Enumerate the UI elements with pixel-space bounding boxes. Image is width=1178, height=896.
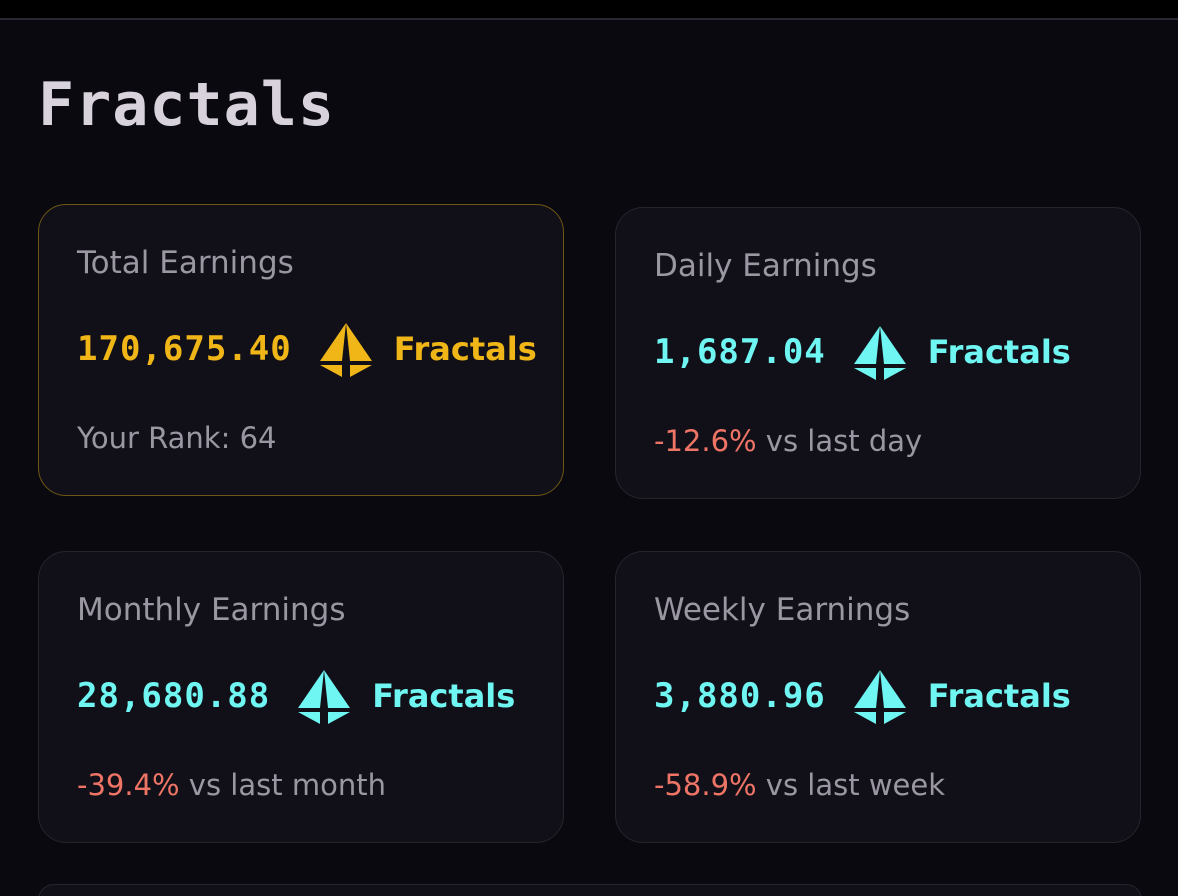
fractals-token-icon [316, 319, 376, 379]
card-label: Weekly Earnings [654, 592, 911, 628]
card-label: Daily Earnings [654, 248, 877, 284]
token-unit: Fractals [927, 333, 1071, 371]
total-earnings-card: Total Earnings 170,675.40 Fractals Your … [38, 204, 564, 496]
weekly-earnings-amount: 3,880.96 [654, 676, 826, 716]
page-title: Fractals [38, 70, 335, 140]
next-card-edge [38, 884, 1142, 896]
card-label: Total Earnings [77, 245, 294, 281]
card-value-row: 28,680.88 Fractals [77, 666, 515, 726]
fractals-token-icon [850, 322, 910, 382]
change-percent: -58.9% [654, 768, 757, 802]
card-value-row: 1,687.04 Fractals [654, 322, 1071, 382]
change-summary: -12.6% vs last day [654, 424, 922, 458]
top-bar [0, 0, 1178, 20]
monthly-earnings-card: Monthly Earnings 28,680.88 Fractals -39.… [38, 551, 564, 843]
card-label: Monthly Earnings [77, 592, 346, 628]
daily-earnings-amount: 1,687.04 [654, 332, 826, 372]
change-summary: -39.4% vs last month [77, 768, 386, 802]
token-unit: Fractals [393, 330, 537, 368]
monthly-earnings-amount: 28,680.88 [77, 676, 271, 716]
change-comparison: vs last month [179, 768, 386, 802]
change-percent: -12.6% [654, 424, 757, 458]
change-comparison: vs last week [756, 768, 946, 802]
change-percent: -39.4% [77, 768, 180, 802]
fractals-token-icon [850, 666, 910, 726]
token-unit: Fractals [927, 677, 1071, 715]
daily-earnings-card: Daily Earnings 1,687.04 Fractals -12.6% … [615, 207, 1141, 499]
card-value-row: 3,880.96 Fractals [654, 666, 1071, 726]
total-earnings-amount: 170,675.40 [77, 329, 292, 369]
change-summary: -58.9% vs last week [654, 768, 945, 802]
change-comparison: vs last day [756, 424, 923, 458]
your-rank: Your Rank: 64 [77, 421, 277, 455]
weekly-earnings-card: Weekly Earnings 3,880.96 Fractals -58.9%… [615, 551, 1141, 843]
fractals-token-icon [294, 666, 354, 726]
token-unit: Fractals [372, 677, 516, 715]
card-value-row: 170,675.40 Fractals [77, 319, 537, 379]
